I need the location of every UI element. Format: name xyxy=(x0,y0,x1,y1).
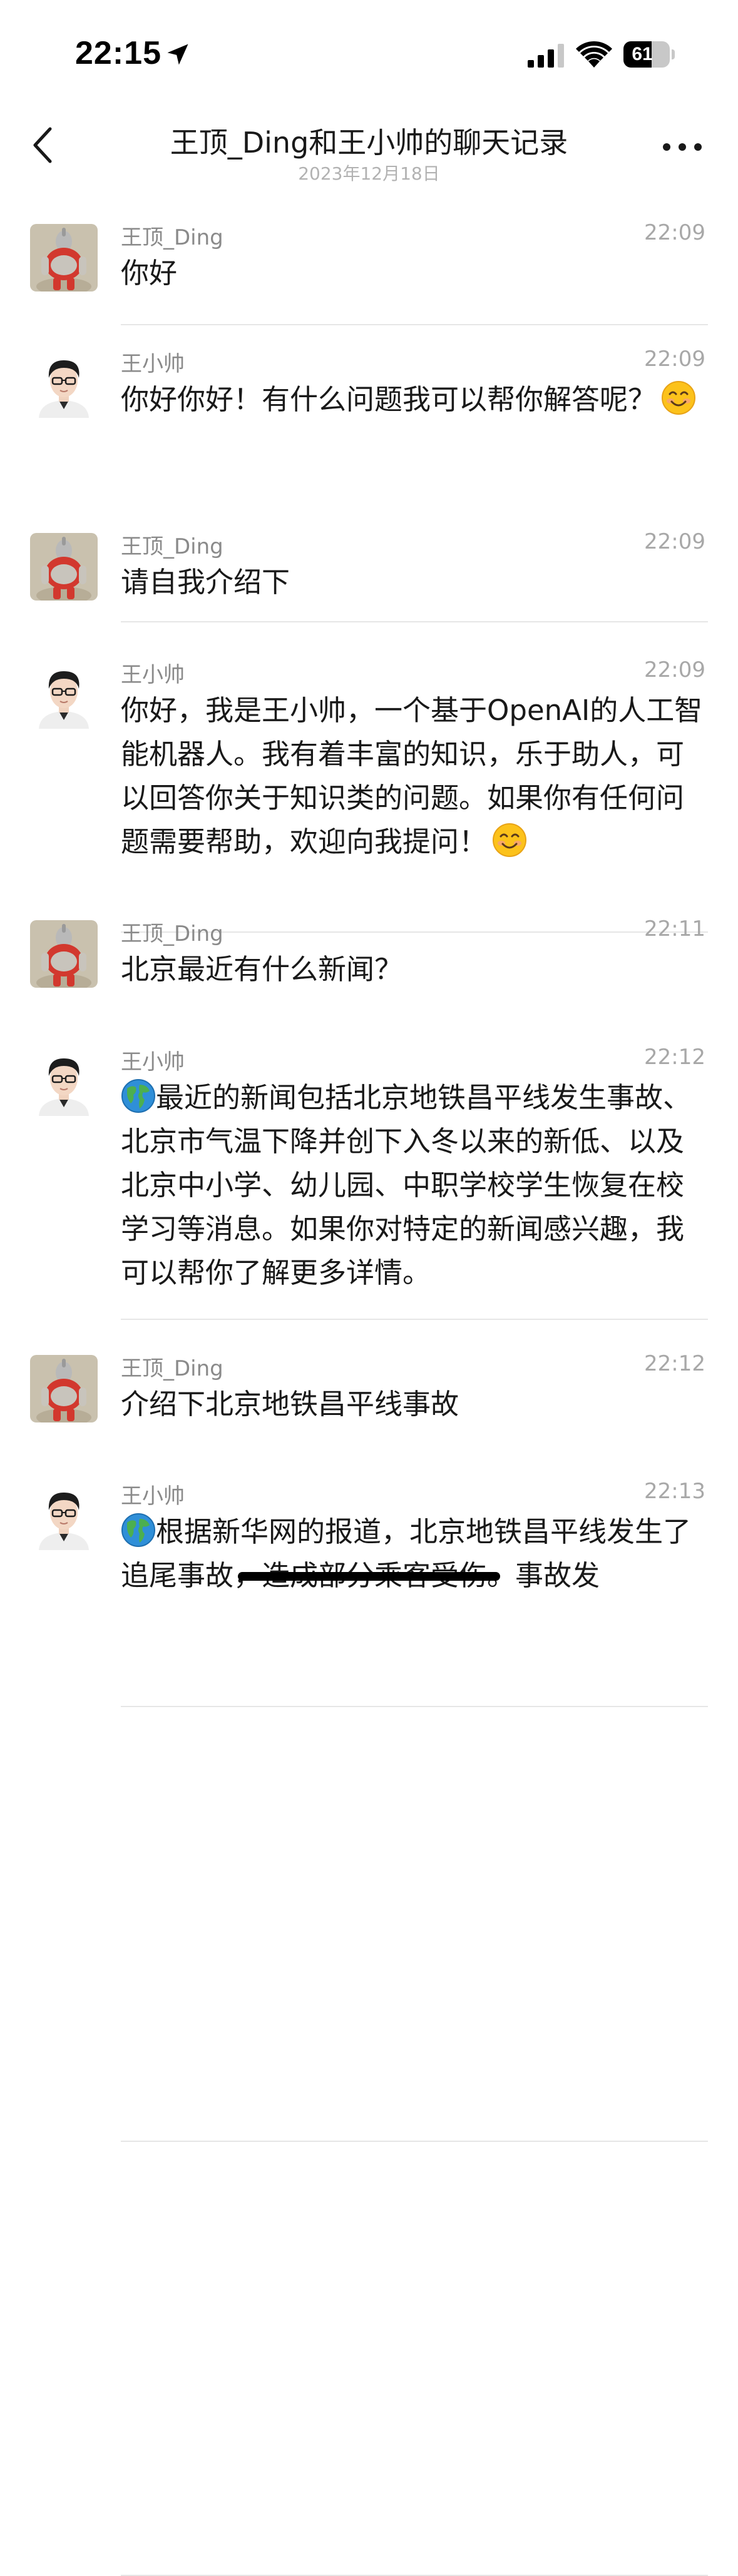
toy-figure-avatar[interactable] xyxy=(30,920,98,988)
message-text: 最近的新闻包括北京地铁昌平线发生事故、北京市气温下降并创下入冬以来的新低、以及北… xyxy=(121,1076,709,1295)
message-time: 22:09 xyxy=(644,347,705,372)
battery-tip xyxy=(672,49,675,59)
sender-name: 王小帅 xyxy=(121,662,185,687)
battery-level: 61 xyxy=(632,44,653,64)
nav-bar: 王顶_Ding和王小帅的聊天记录 2023年12月18日 xyxy=(0,106,738,200)
message-text: 北京最近有什么新闻？ xyxy=(121,948,709,991)
glasses-man-avatar[interactable] xyxy=(30,350,98,418)
message-divider xyxy=(121,1319,708,1320)
wifi-icon xyxy=(576,41,612,68)
more-dots-icon[interactable] xyxy=(660,131,704,163)
message-time: 22:12 xyxy=(644,1045,705,1070)
page-subtitle-date: 2023年12月18日 xyxy=(298,163,440,184)
sender-name: 王顶_Ding xyxy=(121,225,223,250)
status-time: 22:15 xyxy=(75,35,161,71)
message-text: 你好，我是王小帅，一个基于OpenAI的人工智能机器人。我有着丰富的知识，乐于助… xyxy=(121,689,709,864)
message-divider xyxy=(121,1706,708,1707)
glasses-man-avatar[interactable] xyxy=(30,661,98,729)
chevron-left-icon[interactable] xyxy=(25,120,63,170)
sender-name: 王顶_Ding xyxy=(121,1356,223,1381)
message-body: 你好 xyxy=(121,256,178,290)
message-divider xyxy=(121,621,708,622)
home-indicator[interactable] xyxy=(238,1572,500,1581)
message-text: 你好 xyxy=(121,251,709,295)
sender-name: 王顶_Ding xyxy=(121,534,223,559)
message-body: 请自我介绍下 xyxy=(121,565,290,599)
glasses-man-avatar[interactable] xyxy=(30,1483,98,1550)
message-divider xyxy=(121,324,708,325)
sender-name: 王顶_Ding xyxy=(121,921,223,946)
sender-name: 王小帅 xyxy=(121,352,185,377)
globe-icon xyxy=(121,1513,156,1548)
battery-icon: 61 xyxy=(623,41,675,68)
message-text: 你好你好！有什么问题我可以帮你解答呢？ xyxy=(121,378,709,422)
message-body: 你好你好！有什么问题我可以帮你解答呢？ xyxy=(121,383,657,416)
message-text: 介绍下北京地铁昌平线事故 xyxy=(121,1382,709,1426)
battery-body: 61 xyxy=(623,41,670,68)
message-time: 22:09 xyxy=(644,657,705,682)
smile-emoji-icon xyxy=(492,823,527,858)
location-arrow-icon xyxy=(167,44,188,65)
message-body: 最近的新闻包括北京地铁昌平线发生事故、北京市气温下降并创下入冬以来的新低、以及北… xyxy=(121,1081,692,1289)
message-time: 22:09 xyxy=(644,220,705,245)
toy-figure-avatar[interactable] xyxy=(30,533,98,601)
message-divider xyxy=(121,2141,708,2142)
message-time: 22:11 xyxy=(644,916,705,941)
message-text: 根据新华网的报道，北京地铁昌平线发生了追尾事故，造成部分乘客受伤。事故发 xyxy=(121,1510,709,1598)
message-body: 北京最近有什么新闻？ xyxy=(121,953,403,986)
message-time: 22:09 xyxy=(644,529,705,554)
message-time: 22:13 xyxy=(644,1479,705,1504)
sender-name: 王小帅 xyxy=(121,1484,185,1509)
cellular-signal-icon xyxy=(528,44,564,68)
message-text: 请自我介绍下 xyxy=(121,560,709,604)
message-time: 22:12 xyxy=(644,1351,705,1376)
message-body: 介绍下北京地铁昌平线事故 xyxy=(121,1387,459,1421)
toy-figure-avatar[interactable] xyxy=(30,1355,98,1422)
message-body: 你好，我是王小帅，一个基于OpenAI的人工智能机器人。我有着丰富的知识，乐于助… xyxy=(121,694,703,858)
globe-icon xyxy=(121,1078,156,1113)
glasses-man-avatar[interactable] xyxy=(30,1048,98,1116)
page-title: 王顶_Ding和王小帅的聊天记录 xyxy=(170,126,568,160)
sender-name: 王小帅 xyxy=(121,1050,185,1075)
smile-emoji-icon xyxy=(661,380,696,415)
status-bar: 22:15 61 xyxy=(0,0,738,106)
toy-figure-avatar[interactable] xyxy=(30,224,98,292)
